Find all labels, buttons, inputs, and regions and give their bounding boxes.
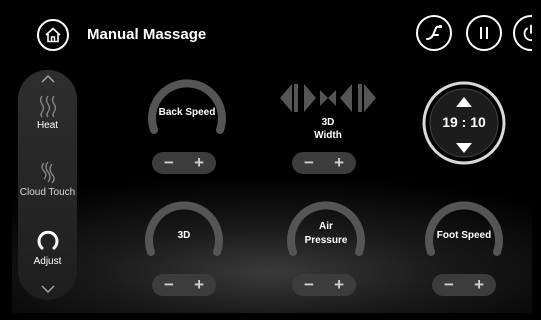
pause-icon [480,27,488,39]
timer-up-button[interactable] [456,94,472,112]
sidebar: Heat Cloud Touch Adjust [18,70,77,300]
sidebar-item-label: Adjust [33,256,62,267]
3d-control: 3D − + [139,194,229,304]
foot-speed-label: Foot Speed [436,230,492,241]
triangle-down-icon [456,143,472,153]
timer-value: 19 : 10 [442,114,486,130]
minus-button[interactable]: − [164,152,174,174]
3d-width-label-line2: Width [314,130,342,141]
heat-icon [39,95,56,118]
sidebar-item-adjust[interactable]: Adjust [18,228,77,267]
width-arrows-icon [280,84,376,112]
3d-width-stepper[interactable]: − + [292,152,356,174]
sidebar-item-label: Cloud Touch [19,187,76,198]
home-icon [45,27,61,43]
minus-button[interactable]: − [164,274,174,296]
adjust-icon [37,230,58,250]
chevron-up-icon [41,75,54,83]
sidebar-item-cloud-touch[interactable]: Cloud Touch [18,159,77,198]
screen: Manual Massage Heat Cloud Touch Adjust B… [0,0,541,320]
frame-right [532,0,541,320]
sidebar-item-heat[interactable]: Heat [18,94,77,131]
3d-width-arrows [280,80,376,116]
foot-speed-control: Foot Speed − + [419,194,509,304]
plus-button[interactable]: + [334,152,344,174]
foot-speed-stepper[interactable]: − + [432,274,496,296]
back-speed-stepper[interactable]: − + [152,152,216,174]
cloud-touch-icon [40,161,55,184]
minus-button[interactable]: − [444,274,454,296]
air-pressure-label-line1: Air [319,221,333,232]
plus-button[interactable]: + [194,274,204,296]
frame-bottom [0,313,541,320]
frame-left [0,0,12,320]
recline-icon [426,24,443,40]
page-title: Manual Massage [87,26,207,43]
back-speed-control: Back Speed − + [142,72,232,182]
3d-stepper[interactable]: − + [152,274,216,296]
sidebar-scroll-down[interactable] [18,284,77,294]
3d-label: 3D [177,230,191,241]
recline-button[interactable] [416,15,452,51]
back-speed-label: Back Speed [158,107,216,118]
timer-display: 19 : 10 [421,80,507,166]
air-pressure-label-line2: Pressure [304,235,348,246]
air-pressure-control: Air Pressure − + [281,194,371,304]
chevron-down-icon [41,285,54,293]
home-button[interactable] [37,19,69,51]
plus-button[interactable]: + [194,152,204,174]
triangle-up-icon [456,97,472,107]
pause-button[interactable] [466,15,502,51]
sidebar-scroll-up[interactable] [18,74,77,84]
minus-button[interactable]: − [304,274,314,296]
air-pressure-stepper[interactable]: − + [292,274,356,296]
sidebar-item-label: Heat [36,120,59,131]
timer-down-button[interactable] [456,140,472,158]
minus-button[interactable]: − [304,152,314,174]
plus-button[interactable]: + [334,274,344,296]
plus-button[interactable]: + [474,274,484,296]
3d-width-label-line1: 3D [321,117,335,128]
